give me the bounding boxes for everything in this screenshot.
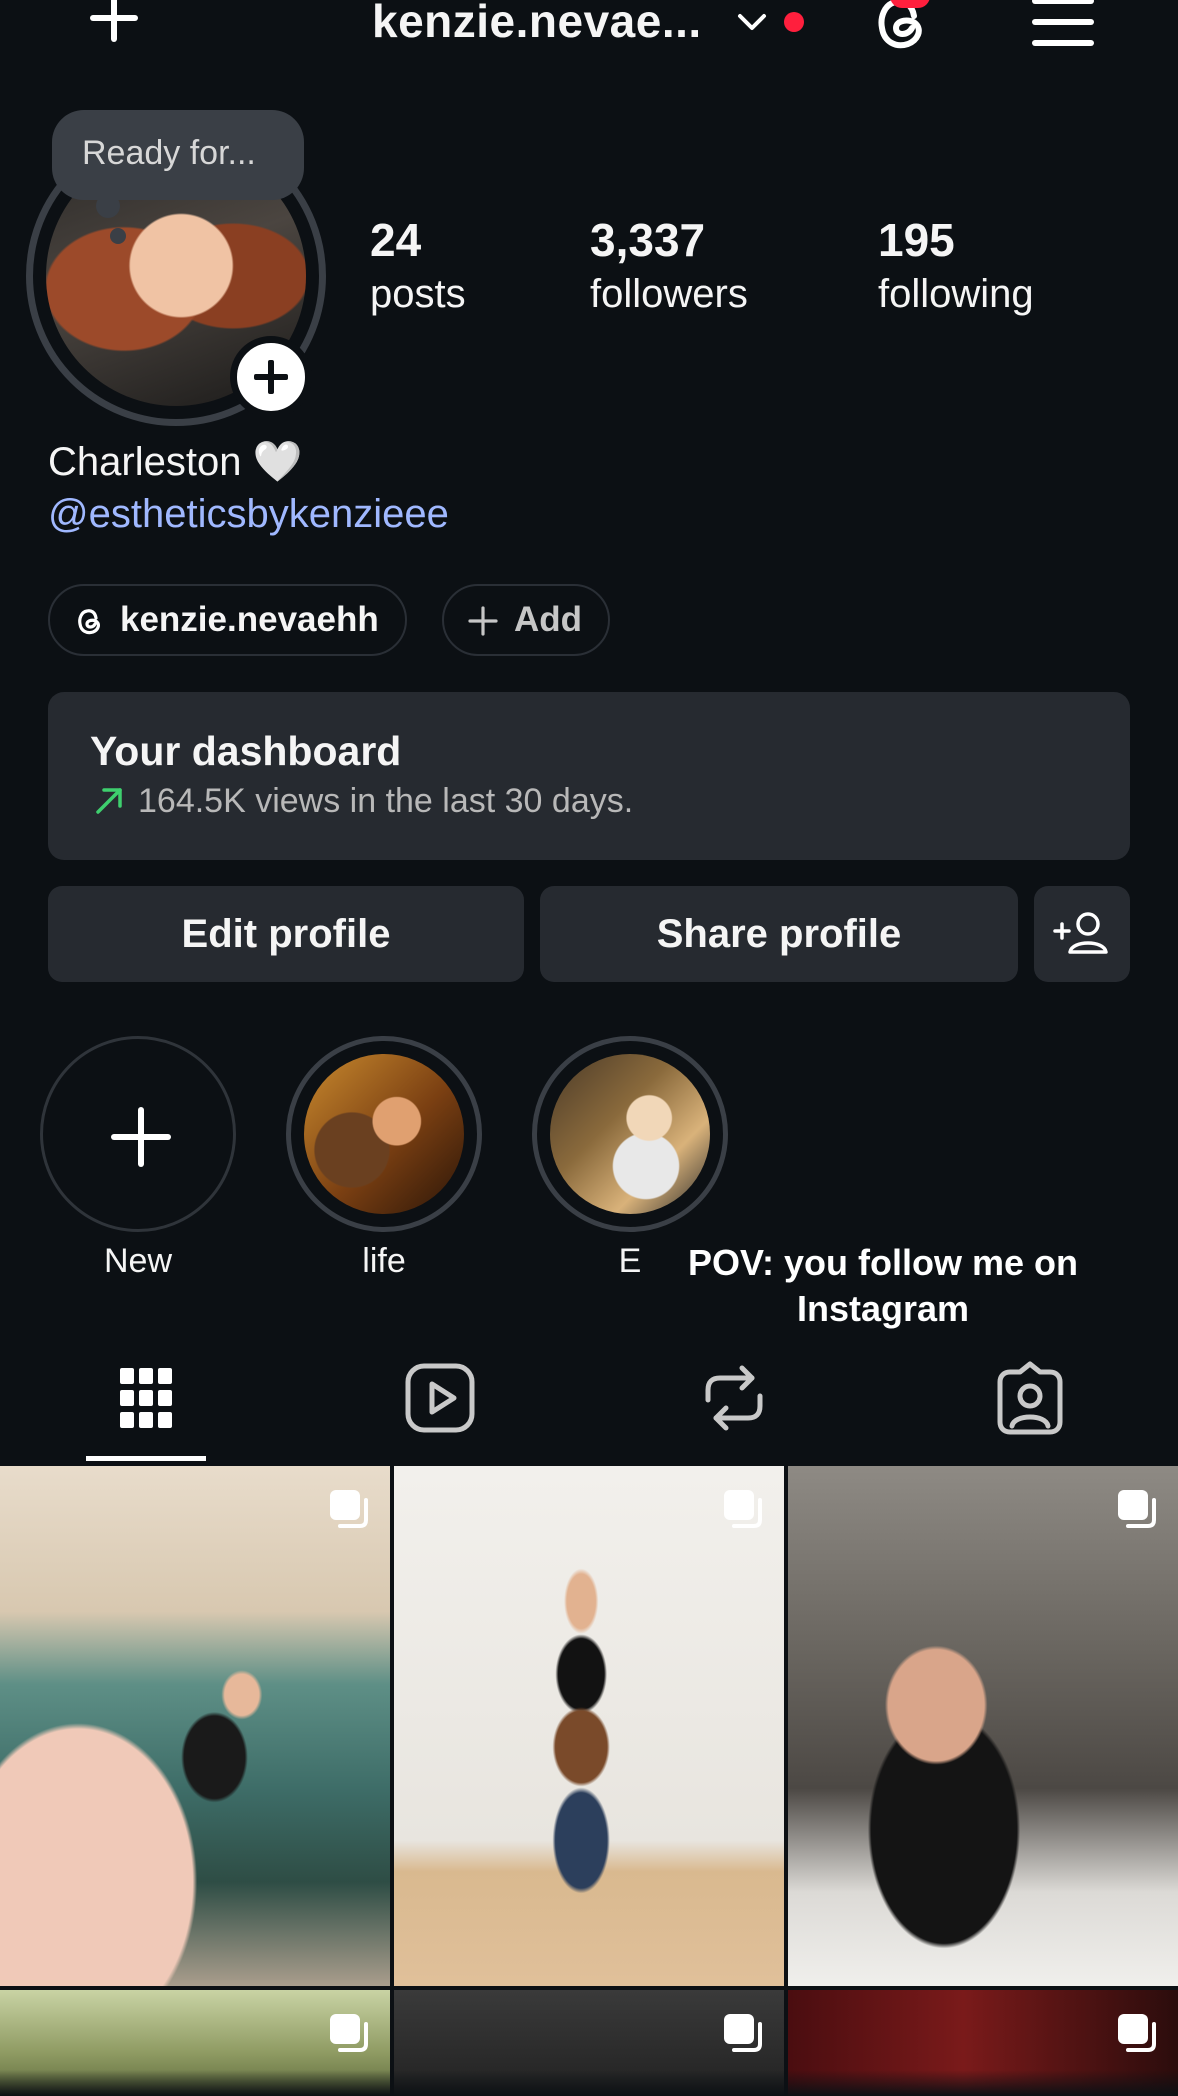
stat-followers-value: 3,337 [590, 214, 706, 266]
note-bubble-tail-small [110, 228, 126, 244]
post-tile[interactable] [394, 1466, 784, 1986]
add-story-plus-icon[interactable] [230, 336, 312, 418]
post-tile[interactable] [0, 1466, 390, 1986]
bio-mention-link[interactable]: @estheticsbykenzieee [48, 492, 449, 537]
carousel-icon [1118, 1490, 1156, 1528]
dashboard-views-summary: 164.5K views in the last 30 days. [138, 782, 634, 820]
create-plus-icon[interactable] [82, 0, 146, 54]
post-tile[interactable] [788, 1466, 1178, 1986]
professional-dashboard[interactable]: Your dashboard 164.5K views in the last … [48, 692, 1130, 860]
threads-handle-label: kenzie.nevaehh [120, 600, 379, 639]
stat-posts-value: 24 [370, 214, 422, 266]
stat-posts[interactable]: 24 posts [370, 212, 466, 320]
add-label: Add [514, 600, 583, 639]
highlight-label: New [103, 1242, 173, 1280]
bio-text: Charleston 🤍 [48, 440, 303, 484]
highlight-cover-image [304, 1054, 464, 1214]
account-switcher-username[interactable]: kenzie.nevae... [372, 0, 702, 48]
tab-posts-grid-icon[interactable] [106, 1358, 186, 1438]
video-caption-overlay: POV: you follow me on Instagram [687, 1242, 1079, 1329]
highlight-cover-image [550, 1054, 710, 1214]
chevron-down-icon[interactable] [736, 10, 768, 34]
stat-posts-label: posts [370, 272, 466, 316]
new-highlight-plus-icon [40, 1036, 236, 1232]
top-bar: kenzie.nevae... [0, 0, 1178, 60]
highlight-label: life [362, 1242, 406, 1280]
carousel-icon [330, 2014, 368, 2052]
carousel-icon [724, 1490, 762, 1528]
dashboard-title: Your dashboard [90, 728, 402, 774]
share-profile-button[interactable]: Share profile [540, 886, 1018, 982]
carousel-icon [330, 1490, 368, 1528]
active-tab-indicator [86, 1456, 206, 1461]
notification-dot [784, 12, 804, 32]
discover-people-button[interactable] [1034, 886, 1130, 982]
profile-page: kenzie.nevae... Ready for... 24 posts 3,… [0, 0, 1178, 2096]
carousel-icon [724, 2014, 762, 2052]
stat-following[interactable]: 195 following [878, 212, 1034, 320]
tab-reels-icon[interactable] [400, 1358, 480, 1438]
threads-icon[interactable] [866, 0, 936, 58]
tab-reposts-icon[interactable] [694, 1358, 774, 1438]
tab-tagged-icon[interactable] [990, 1358, 1070, 1438]
stat-following-value: 195 [878, 214, 955, 266]
stat-followers[interactable]: 3,337 followers [590, 212, 748, 320]
carousel-icon [1118, 2014, 1156, 2052]
add-person-icon [1053, 912, 1108, 954]
menu-icon[interactable] [1032, 0, 1094, 50]
stat-followers-label: followers [590, 272, 748, 316]
add-link-pill[interactable]: Add [442, 584, 611, 656]
edit-profile-button[interactable]: Edit profile [48, 886, 524, 982]
stat-following-label: following [878, 272, 1034, 316]
threads-handle-pill[interactable]: kenzie.nevaehh [48, 584, 407, 656]
plus-icon [468, 606, 498, 636]
profile-note[interactable]: Ready for... [52, 110, 304, 200]
bottom-fade [0, 2070, 1178, 2096]
threads-icon [78, 609, 100, 635]
trend-up-arrow-icon [96, 788, 122, 814]
